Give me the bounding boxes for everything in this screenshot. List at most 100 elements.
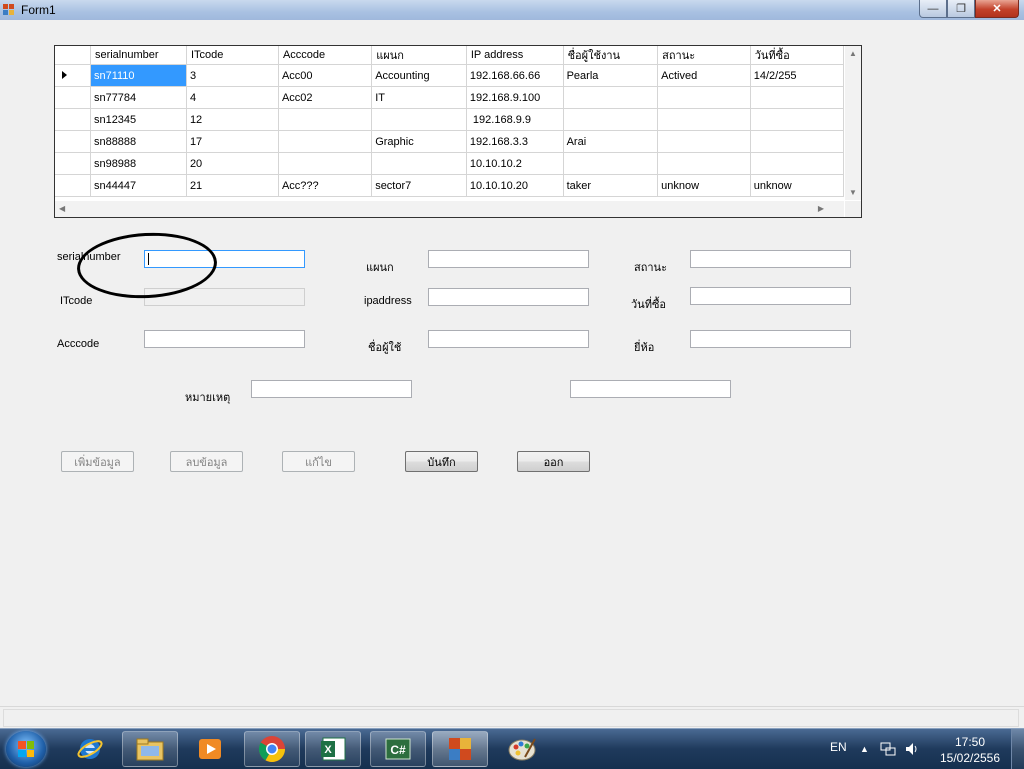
scroll-right-icon[interactable]: ▶ <box>818 204 824 213</box>
column-header-ip-address[interactable]: IP address <box>466 46 564 65</box>
scroll-up-icon[interactable]: ▲ <box>849 49 857 58</box>
table-cell[interactable]: 21 <box>186 174 279 197</box>
start-button[interactable] <box>6 731 46 767</box>
table-cell[interactable]: 10.10.10.2 <box>466 152 564 175</box>
row-header[interactable] <box>55 174 91 197</box>
taskbar-ie[interactable] <box>62 731 118 767</box>
taskbar-explorer[interactable] <box>122 731 178 767</box>
volume-icon[interactable] <box>904 741 920 757</box>
table-cell[interactable]: Graphic <box>371 130 467 153</box>
table-cell[interactable]: sn44447 <box>90 174 187 197</box>
taskbar-excel[interactable]: X <box>305 731 361 767</box>
table-row[interactable]: sn77784 4 Acc02 IT 192.168.9.100 <box>55 86 844 109</box>
taskbar-paint[interactable] <box>494 731 550 767</box>
table-cell[interactable]: sn77784 <box>90 86 187 109</box>
taskbar-media-player[interactable] <box>182 731 238 767</box>
table-cell[interactable]: Acc02 <box>278 86 373 109</box>
table-cell[interactable] <box>750 108 844 131</box>
table-cell[interactable]: 192.168.9.9 <box>466 108 564 131</box>
table-cell[interactable]: 14/2/255 <box>750 64 844 87</box>
username-input[interactable] <box>428 330 589 348</box>
row-header[interactable] <box>55 108 91 131</box>
table-cell[interactable] <box>563 152 659 175</box>
status-input[interactable] <box>690 250 851 268</box>
table-cell[interactable]: 4 <box>186 86 279 109</box>
table-cell[interactable] <box>657 108 751 131</box>
table-row[interactable]: sn44447 21 Acc??? sector7 10.10.10.20 ta… <box>55 174 844 197</box>
data-grid[interactable]: serialnumber ITcode Acccode แผนก IP addr… <box>54 45 862 218</box>
acccode-input[interactable] <box>144 330 305 348</box>
table-cell[interactable] <box>278 152 373 175</box>
close-button[interactable]: ✕ <box>975 0 1019 18</box>
table-cell[interactable]: Acc00 <box>278 64 373 87</box>
taskbar-csharp[interactable]: C# <box>370 731 426 767</box>
brand-input[interactable] <box>690 330 851 348</box>
table-cell[interactable]: 192.168.66.66 <box>466 64 564 87</box>
show-desktop-button[interactable] <box>1011 729 1024 769</box>
table-cell[interactable] <box>657 130 751 153</box>
table-cell[interactable]: unknow <box>657 174 751 197</box>
table-cell[interactable] <box>278 108 373 131</box>
table-cell[interactable]: 20 <box>186 152 279 175</box>
taskbar-chrome[interactable] <box>244 731 300 767</box>
scroll-left-icon[interactable]: ◀ <box>59 204 65 213</box>
table-cell[interactable]: Arai <box>563 130 659 153</box>
extra-input[interactable] <box>570 380 731 398</box>
itcode-input[interactable] <box>144 288 305 306</box>
column-header-purchase-date[interactable]: วันที่ซื้อ <box>750 46 844 65</box>
horizontal-scrollbar[interactable]: ◀ ▶ <box>55 201 844 217</box>
table-row[interactable]: sn12345 12 192.168.9.9 <box>55 108 844 131</box>
table-cell[interactable] <box>750 130 844 153</box>
taskbar-form-app[interactable] <box>432 731 488 767</box>
table-cell[interactable]: IT <box>371 86 467 109</box>
show-hidden-icons-icon[interactable]: ▲ <box>860 744 869 754</box>
table-cell[interactable] <box>563 108 659 131</box>
serialnumber-input[interactable] <box>144 250 305 268</box>
column-header-status[interactable]: สถานะ <box>657 46 751 65</box>
maximize-button[interactable]: ❐ <box>947 0 975 18</box>
table-cell[interactable]: 3 <box>186 64 279 87</box>
table-cell[interactable] <box>371 108 467 131</box>
table-row[interactable]: sn71110 3 Acc00 Accounting 192.168.66.66… <box>55 64 844 87</box>
network-icon[interactable] <box>880 741 896 757</box>
exit-button[interactable]: ออก <box>517 451 590 472</box>
table-cell[interactable]: sector7 <box>371 174 467 197</box>
table-cell[interactable]: unknow <box>750 174 844 197</box>
minimize-button[interactable]: — <box>919 0 947 18</box>
table-cell[interactable] <box>563 86 659 109</box>
column-header-acccode[interactable]: Acccode <box>278 46 373 65</box>
table-cell[interactable] <box>657 152 751 175</box>
note-input[interactable] <box>251 380 412 398</box>
vertical-scrollbar[interactable]: ▲ ▼ <box>845 46 861 200</box>
table-cell[interactable]: sn98988 <box>90 152 187 175</box>
table-cell[interactable]: sn88888 <box>90 130 187 153</box>
table-cell[interactable]: Actived <box>657 64 751 87</box>
table-cell[interactable] <box>371 152 467 175</box>
table-cell[interactable]: taker <box>563 174 659 197</box>
column-header-department[interactable]: แผนก <box>371 46 467 65</box>
add-button[interactable]: เพิ่มข้อมูล <box>61 451 134 472</box>
department-input[interactable] <box>428 250 589 268</box>
ipaddress-input[interactable] <box>428 288 589 306</box>
table-cell[interactable]: Pearla <box>563 64 659 87</box>
table-cell[interactable]: 10.10.10.20 <box>466 174 564 197</box>
table-row[interactable]: sn88888 17 Graphic 192.168.3.3 Arai <box>55 130 844 153</box>
table-cell[interactable]: sn71110 <box>90 64 187 87</box>
table-cell[interactable]: sn12345 <box>90 108 187 131</box>
row-header[interactable] <box>55 64 91 87</box>
column-header-serialnumber[interactable]: serialnumber <box>90 46 187 65</box>
delete-button[interactable]: ลบข้อมูล <box>170 451 243 472</box>
table-cell[interactable] <box>750 152 844 175</box>
table-cell[interactable]: 192.168.3.3 <box>466 130 564 153</box>
language-indicator[interactable]: EN <box>830 740 847 754</box>
table-cell[interactable] <box>657 86 751 109</box>
table-cell[interactable]: 17 <box>186 130 279 153</box>
table-row[interactable]: sn98988 20 10.10.10.2 <box>55 152 844 175</box>
row-header[interactable] <box>55 130 91 153</box>
purchase-date-input[interactable] <box>690 287 851 305</box>
column-header-username[interactable]: ชื่อผู้ใช้งาน <box>563 46 659 65</box>
scroll-down-icon[interactable]: ▼ <box>849 188 857 197</box>
system-clock[interactable]: 17:50 15/02/2556 <box>930 734 1010 766</box>
row-header[interactable] <box>55 152 91 175</box>
table-cell[interactable]: Acc??? <box>278 174 373 197</box>
